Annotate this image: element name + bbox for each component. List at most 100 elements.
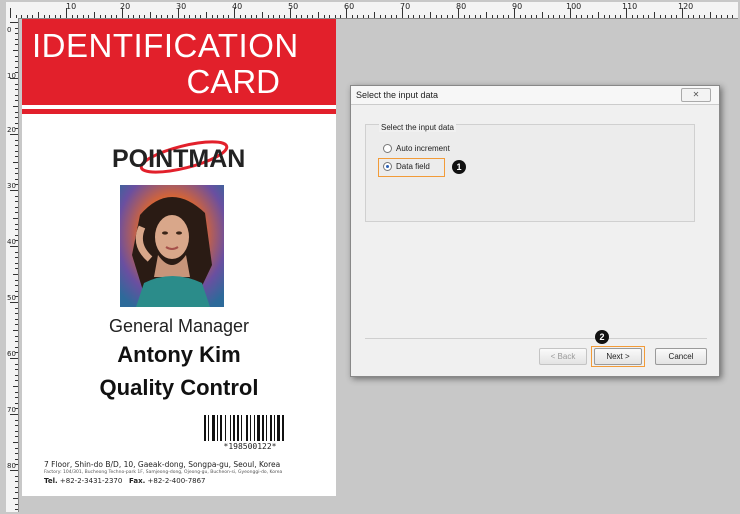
- button-separator: [365, 338, 707, 339]
- ruler-tick: [127, 15, 129, 18]
- ruler-tick: [732, 15, 734, 18]
- ruler-tick: [15, 94, 18, 96]
- barcode-bar: [266, 415, 267, 441]
- barcode-bar: [270, 415, 272, 441]
- ruler-label: 70: [7, 406, 16, 414]
- ruler-tick: [13, 218, 18, 219]
- ruler-tick: [15, 425, 18, 427]
- ruler-tick: [15, 122, 18, 124]
- ruler-tick: [446, 15, 448, 18]
- ruler-label: 30: [7, 182, 16, 190]
- factory-address-line: Factory: 104/301, Bucheong Techno-park 1…: [44, 470, 283, 475]
- ruler-tick: [178, 8, 179, 18]
- ruler-tick: [15, 61, 18, 63]
- barcode-bar: [257, 415, 260, 441]
- dialog-titlebar: Select the input data ✕: [351, 86, 719, 105]
- barcode-bar: [217, 415, 218, 441]
- ruler-tick: [138, 15, 140, 18]
- ruler-tick: [15, 290, 18, 292]
- ruler-tick: [648, 15, 650, 18]
- ruler-tick: [441, 15, 443, 18]
- ruler-tick: [15, 402, 18, 404]
- ruler-tick: [385, 15, 387, 18]
- ruler-tick: [676, 15, 678, 18]
- ruler-label: 0: [7, 26, 12, 34]
- barcode-bar: [233, 415, 235, 441]
- ruler-label: 60: [7, 350, 16, 358]
- ruler-tick: [32, 15, 34, 18]
- ruler-tick: [491, 15, 493, 18]
- ruler-tick: [15, 27, 18, 29]
- ruler-tick: [15, 83, 18, 85]
- ruler-tick: [542, 12, 543, 18]
- ruler-tick: [15, 212, 18, 214]
- cancel-button[interactable]: Cancel: [655, 348, 707, 365]
- ruler-tick: [15, 324, 18, 326]
- ruler-tick: [15, 89, 18, 91]
- ruler-tick: [60, 15, 62, 18]
- contact-line: Tel. +82-2-3431-2370 Fax. +82-2-400-7867: [44, 477, 206, 485]
- card-divider: [22, 109, 336, 114]
- ruler-tick: [721, 15, 723, 18]
- ruler-tick: [15, 475, 18, 477]
- ruler-tick: [15, 380, 18, 382]
- ruler-tick: [530, 15, 532, 18]
- fax-value: +82-2-400-7867: [147, 477, 206, 485]
- id-card-canvas[interactable]: IDENTIFICATION CARD POINTMAN General Man…: [22, 19, 336, 496]
- ruler-tick: [21, 15, 23, 18]
- job-title-text: General Manager: [108, 316, 250, 336]
- ruler-tick: [15, 229, 18, 231]
- ruler-tick: [43, 15, 45, 18]
- ruler-tick: [54, 15, 56, 18]
- next-button[interactable]: Next >: [594, 348, 642, 365]
- ruler-tick: [15, 268, 18, 270]
- ruler-tick: [15, 201, 18, 203]
- ruler-tick: [166, 15, 168, 18]
- ruler-tick: [15, 139, 18, 141]
- ruler-tick: [301, 15, 303, 18]
- step-1-marker: 1: [452, 160, 466, 174]
- ruler-tick: [726, 15, 728, 18]
- ruler-tick: [284, 15, 286, 18]
- data-field-highlight: [378, 158, 445, 177]
- ruler-tick: [172, 15, 174, 18]
- ruler-tick: [715, 15, 717, 18]
- radio-auto-increment[interactable]: Auto increment: [383, 144, 450, 153]
- ruler-tick: [396, 15, 398, 18]
- ruler-tick: [547, 15, 549, 18]
- ruler-tick: [13, 330, 18, 331]
- barcode-bar: [220, 415, 222, 441]
- ruler-tick: [15, 279, 18, 281]
- ruler-tick: [15, 369, 18, 371]
- ruler-tick: [637, 15, 639, 18]
- ruler-tick: [15, 257, 18, 259]
- ruler-tick: [15, 173, 18, 175]
- ruler-tick: [234, 8, 235, 18]
- ruler-tick: [15, 156, 18, 158]
- ruler-tick: [15, 66, 18, 68]
- ruler-tick: [553, 15, 555, 18]
- ruler-tick: [15, 117, 18, 119]
- ruler-tick: [15, 430, 18, 432]
- logo-text: POINTMAN: [112, 145, 246, 173]
- ruler-tick: [631, 15, 633, 18]
- ruler-tick: [290, 8, 291, 18]
- ruler-tick: [38, 12, 39, 18]
- ruler-tick: [116, 15, 118, 18]
- ruler-tick: [687, 15, 689, 18]
- ruler-tick: [15, 509, 18, 511]
- ruler-tick: [15, 352, 18, 354]
- ruler-tick: [239, 15, 241, 18]
- close-button[interactable]: ✕: [681, 88, 711, 102]
- ruler-tick: [463, 15, 465, 18]
- ruler-tick: [13, 162, 18, 163]
- barcode-icon: [204, 415, 284, 441]
- tel-label: Tel.: [44, 477, 58, 485]
- back-button[interactable]: < Back: [539, 348, 587, 365]
- radio-unchecked-icon[interactable]: [383, 144, 392, 153]
- ruler-tick: [15, 346, 18, 348]
- company-logo: POINTMAN: [106, 131, 256, 181]
- ruler-tick: [15, 436, 18, 438]
- ruler-tick: [278, 15, 280, 18]
- ruler-tick: [698, 15, 700, 18]
